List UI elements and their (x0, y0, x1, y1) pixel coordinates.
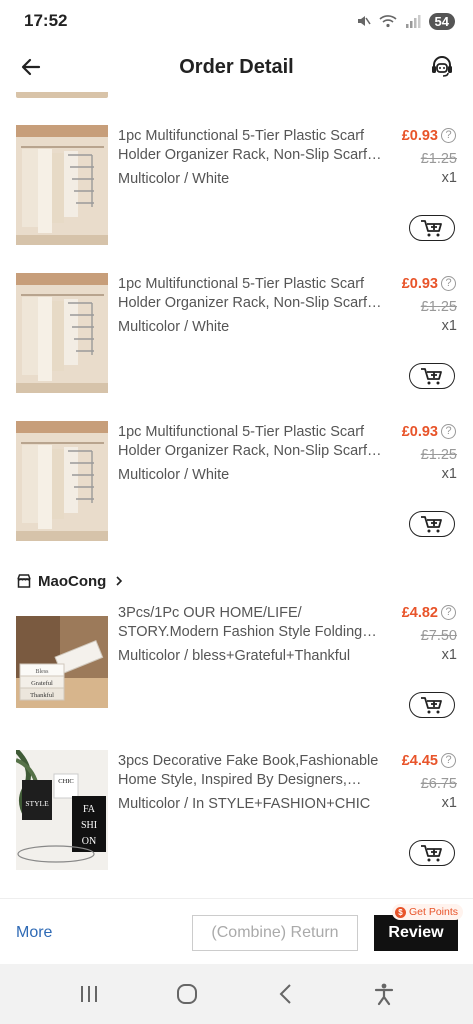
product-thumbnail[interactable] (16, 125, 108, 245)
product-thumbnail-partial (16, 92, 108, 98)
coin-icon: $ (395, 906, 406, 918)
price-help-icon[interactable]: ? (441, 753, 456, 768)
product-thumbnail[interactable]: STYLE CHIC FA SHI ON (16, 750, 108, 870)
back-button[interactable] (14, 50, 48, 84)
product-variant: Multicolor / In STYLE+FASHION+CHIC (118, 796, 371, 812)
bottom-action-bar: More (Combine) Return Review $ Get Point… (0, 898, 473, 964)
list-item[interactable]: STYLE CHIC FA SHI ON 3pcs Decorative Fak… (0, 750, 473, 875)
list-item[interactable]: Bless Grateful Thankful 3Pcs/1Pc OUR HOM… (0, 602, 473, 727)
arrow-left-icon (21, 58, 41, 76)
quantity: x1 (441, 318, 457, 334)
page-title: Order Detail (179, 55, 294, 78)
book-spine-text: Grateful (31, 680, 53, 687)
status-time: 17:52 (24, 11, 68, 30)
price-help-icon[interactable]: ? (441, 424, 456, 439)
product-variant: Multicolor / bless+Grateful+Thankful (118, 648, 351, 664)
accessibility-icon (374, 983, 393, 1006)
chevron-right-icon (116, 576, 123, 586)
store-name[interactable]: MaoCong (38, 573, 106, 590)
signal-icon (405, 15, 421, 28)
quantity: x1 (441, 647, 457, 663)
book-cover-text: STYLE (25, 799, 49, 808)
product-name[interactable]: 1pc Multifunctional 5-Tier Plastic Scarf… (118, 275, 383, 313)
more-link[interactable]: More (16, 924, 52, 942)
mute-icon (357, 16, 371, 26)
home-button[interactable] (167, 974, 207, 1014)
list-item[interactable]: 1pc Multifunctional 5-Tier Plastic Scarf… (0, 125, 473, 250)
quantity: x1 (441, 170, 457, 186)
product-variant: Multicolor / White (118, 319, 230, 335)
review-label: Review (388, 924, 444, 941)
book-spine-text: Thankful (30, 692, 54, 699)
accessibility-button[interactable] (364, 974, 404, 1014)
product-variant: Multicolor / White (118, 171, 230, 187)
get-points-badge: $ Get Points (392, 904, 464, 920)
wifi-icon (378, 15, 397, 28)
recent-apps-button[interactable] (69, 974, 109, 1014)
cart-add-icon (421, 516, 442, 533)
original-price: £1.25 (420, 299, 457, 315)
cart-add-icon (421, 697, 442, 714)
home-icon (177, 984, 198, 1004)
status-bar: 17:52 54 (0, 0, 473, 42)
store-link[interactable]: MaoCong (16, 570, 124, 592)
price-help-icon[interactable]: ? (441, 605, 456, 620)
customer-service-button[interactable] (425, 50, 459, 84)
get-points-label: Get Points (409, 906, 459, 918)
original-price: £1.25 (420, 447, 457, 463)
product-price: £0.93 (401, 128, 438, 144)
add-to-cart-button[interactable] (409, 215, 455, 241)
product-name[interactable]: 1pc Multifunctional 5-Tier Plastic Scarf… (118, 423, 383, 461)
book-cover-text: CHIC (58, 778, 74, 785)
original-price: £6.75 (420, 776, 457, 792)
list-item[interactable]: 1pc Multifunctional 5-Tier Plastic Scarf… (0, 273, 473, 398)
cart-add-icon (421, 368, 442, 385)
product-thumbnail[interactable] (16, 273, 108, 393)
product-variant: Multicolor / White (118, 467, 230, 483)
status-icons: 54 (355, 12, 455, 30)
store-icon (17, 574, 31, 588)
book-cover-text: FA (83, 804, 96, 815)
cart-add-icon (421, 220, 442, 237)
original-price: £1.25 (420, 151, 457, 167)
price-help-icon[interactable]: ? (441, 128, 456, 143)
combine-return-label: (Combine) Return (211, 924, 339, 941)
recent-apps-icon (81, 986, 98, 1002)
add-to-cart-button[interactable] (409, 840, 455, 866)
add-to-cart-button[interactable] (409, 363, 455, 389)
product-price: £0.93 (401, 276, 438, 292)
product-price: £4.45 (401, 753, 438, 769)
back-icon (279, 984, 291, 1004)
customer-service-icon (432, 56, 452, 77)
book-spine-text: Bless (35, 669, 49, 675)
product-thumbnail[interactable] (16, 421, 108, 541)
system-back-button[interactable] (266, 974, 306, 1014)
system-nav-bar (0, 964, 473, 1024)
price-help-icon[interactable]: ? (441, 276, 456, 291)
product-price: £4.82 (401, 605, 438, 621)
add-to-cart-button[interactable] (409, 511, 455, 537)
header: Order Detail (0, 42, 473, 92)
book-cover-text: SHI (81, 820, 97, 831)
quantity: x1 (441, 466, 457, 482)
product-thumbnail[interactable]: Bless Grateful Thankful (16, 602, 108, 722)
order-items-list[interactable]: 1pc Multifunctional 5-Tier Plastic Scarf… (0, 92, 473, 898)
list-item[interactable]: 1pc Multifunctional 5-Tier Plastic Scarf… (0, 421, 473, 546)
product-name[interactable]: 3pcs Decorative Fake Book,Fashionable Ho… (118, 752, 383, 790)
original-price: £7.50 (420, 628, 457, 644)
battery-indicator: 54 (428, 12, 455, 30)
add-to-cart-button[interactable] (409, 692, 455, 718)
review-button[interactable]: Review (374, 915, 458, 951)
product-name[interactable]: 3Pcs/1Pc OUR HOME/LIFE/ STORY.Modern Fas… (118, 604, 383, 642)
product-name[interactable]: 1pc Multifunctional 5-Tier Plastic Scarf… (118, 127, 383, 165)
quantity: x1 (441, 795, 457, 811)
product-price: £0.93 (401, 424, 438, 440)
book-cover-text: ON (82, 836, 96, 847)
combine-return-button[interactable]: (Combine) Return (192, 915, 358, 951)
cart-add-icon (421, 845, 442, 862)
